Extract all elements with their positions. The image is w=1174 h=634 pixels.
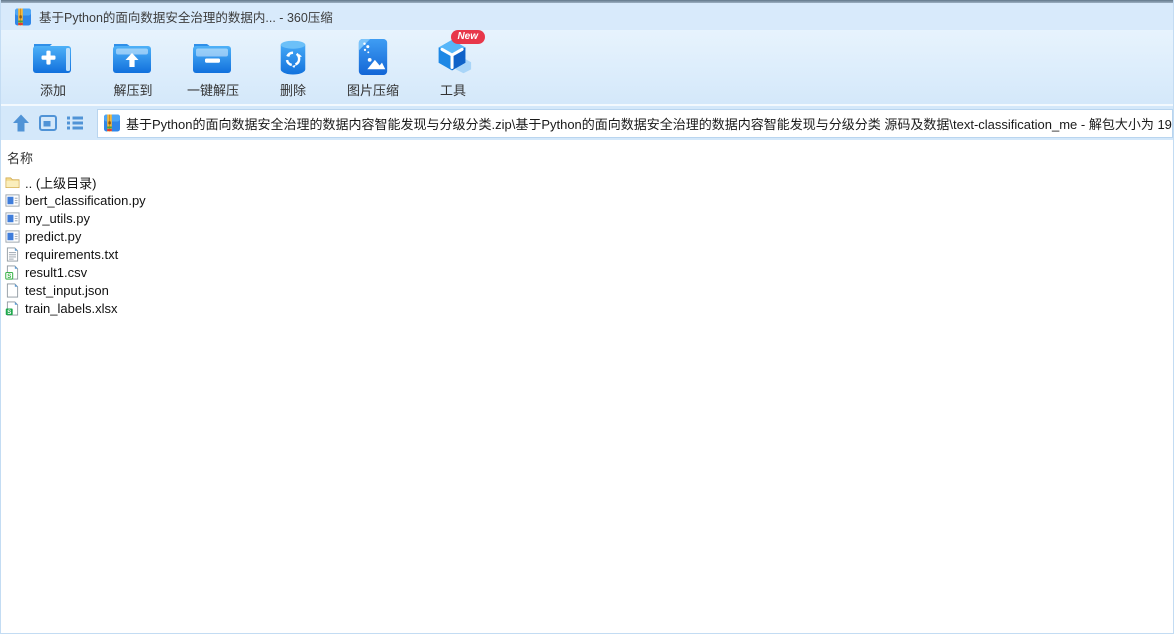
app-zip-icon <box>14 8 32 26</box>
file-name: predict.py <box>25 228 82 244</box>
address-row: 基于Python的面向数据安全治理的数据内容智能发现与分级分类.zip\基于Py… <box>1 104 1173 140</box>
file-row-train-labels[interactable]: S train_labels.xlsx <box>1 299 1173 317</box>
python-file-icon <box>5 211 20 226</box>
toolbar-button-one-click-extract[interactable]: 一键解压 <box>173 30 253 102</box>
image-compress-icon <box>351 36 395 78</box>
svg-text:S: S <box>7 308 11 315</box>
file-name: train_labels.xlsx <box>25 300 118 316</box>
file-row-parent-directory[interactable]: .. (上级目录) <box>1 173 1173 191</box>
add-folder-icon <box>31 36 75 78</box>
column-header-name[interactable]: 名称 <box>1 140 1173 173</box>
titlebar: 基于Python的面向数据安全治理的数据内... - 360压缩 <box>1 3 1173 30</box>
file-name: bert_classification.py <box>25 192 146 208</box>
360zip-window: 基于Python的面向数据安全治理的数据内... - 360压缩 添加 解压到 … <box>0 0 1174 634</box>
file-row-bert-classification[interactable]: bert_classification.py <box>1 191 1173 209</box>
file-name: .. (上级目录) <box>25 175 97 191</box>
text-file-icon <box>5 247 20 262</box>
toolbar-button-one-click-extract-label: 一键解压 <box>186 83 239 98</box>
file-row-predict[interactable]: predict.py <box>1 227 1173 245</box>
json-file-icon <box>5 283 20 298</box>
excel-file-icon: S <box>5 301 20 316</box>
toolbar: 添加 解压到 一键解压 删除 图片压缩 New 工具 <box>1 30 1173 104</box>
toolbar-button-extract-to[interactable]: 解压到 <box>93 30 173 102</box>
extract-to-folder-icon <box>111 36 155 78</box>
folder-icon <box>5 175 20 190</box>
python-file-icon <box>5 229 20 244</box>
csv-file-icon: S <box>5 265 20 280</box>
archive-zip-icon <box>103 114 121 132</box>
window-title: 基于Python的面向数据安全治理的数据内... - 360压缩 <box>39 11 333 25</box>
python-file-icon <box>5 193 20 208</box>
toolbar-button-delete-label: 删除 <box>279 83 306 98</box>
view-mode-icon[interactable] <box>38 113 58 133</box>
file-row-test-input[interactable]: test_input.json <box>1 281 1173 299</box>
toolbar-button-image-compress[interactable]: 图片压缩 <box>333 30 413 102</box>
file-name: my_utils.py <box>25 210 91 226</box>
toolbar-button-image-compress-label: 图片压缩 <box>346 83 399 98</box>
file-name: test_input.json <box>25 282 109 298</box>
toolbar-button-extract-to-label: 解压到 <box>113 83 153 98</box>
address-bar[interactable]: 基于Python的面向数据安全治理的数据内容智能发现与分级分类.zip\基于Py… <box>97 108 1173 138</box>
toolbar-button-tools[interactable]: New 工具 <box>413 30 493 102</box>
toolbar-button-add-label: 添加 <box>39 83 66 98</box>
file-name: requirements.txt <box>25 246 119 262</box>
up-directory-icon[interactable] <box>11 113 31 133</box>
toolbar-button-delete[interactable]: 删除 <box>253 30 333 102</box>
toolbar-button-tools-label: 工具 <box>439 83 466 98</box>
file-list-area: 名称 .. (上级目录) bert_classification.py my_u… <box>1 140 1173 633</box>
new-badge: New <box>451 30 485 44</box>
file-row-my-utils[interactable]: my_utils.py <box>1 209 1173 227</box>
list-view-icon[interactable] <box>65 113 85 133</box>
file-row-requirements[interactable]: requirements.txt <box>1 245 1173 263</box>
one-click-extract-folder-icon <box>191 36 235 78</box>
delete-trash-icon <box>271 36 315 78</box>
svg-text:S: S <box>7 272 11 279</box>
file-name: result1.csv <box>25 264 88 280</box>
toolbar-button-add[interactable]: 添加 <box>13 30 93 102</box>
file-row-result1[interactable]: S result1.csv <box>1 263 1173 281</box>
address-path: 基于Python的面向数据安全治理的数据内容智能发现与分级分类.zip\基于Py… <box>126 116 1173 132</box>
